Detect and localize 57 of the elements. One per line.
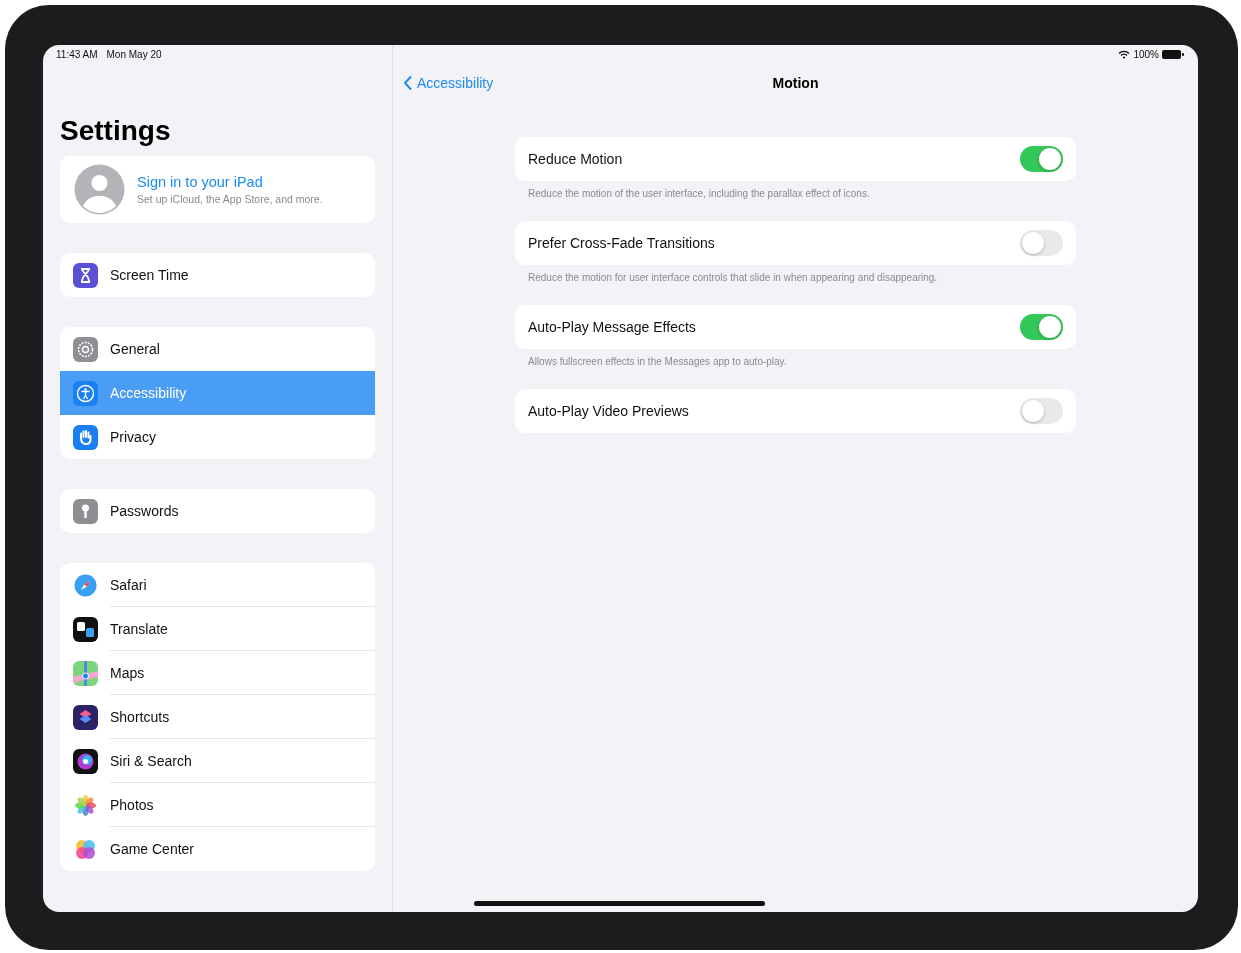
sidebar-title: Settings xyxy=(60,114,172,148)
sidebar-item-label: Photos xyxy=(110,783,375,827)
sidebar-item[interactable]: Screen Time xyxy=(60,253,375,297)
status-time: 11:43 AM xyxy=(56,49,98,62)
sidebar-item-label: Screen Time xyxy=(110,266,190,285)
profile-card[interactable]: Sign in to your iPad Set up iCloud, the App Store, and more. xyxy=(60,156,375,223)
setting-label: Prefer Cross-Fade Transitions xyxy=(528,235,715,251)
setting-label: Auto-Play Video Previews xyxy=(528,403,689,419)
flower-icon xyxy=(73,792,98,818)
setting-footer: Reduce the motion of the user interface, including the parallax effect of icons. xyxy=(528,188,870,199)
sidebar-item[interactable]: Privacy xyxy=(60,415,375,459)
sidebar-item[interactable]: Passwords xyxy=(60,489,375,533)
sign-in-title: Sign in to your iPad xyxy=(137,174,264,190)
setting-footer: Reduce the motion for user interface controls that slide in when appearing and disappearing. xyxy=(528,272,938,283)
sidebar-item-label: Safari xyxy=(110,563,375,607)
sidebar-item[interactable]: Shortcuts xyxy=(60,695,375,739)
sidebar-item[interactable]: Siri & Search xyxy=(60,739,375,783)
key-icon xyxy=(73,498,98,524)
sidebar-item-label: Accessibility xyxy=(110,384,188,403)
battery-icon xyxy=(1162,50,1184,59)
shortcuts-icon xyxy=(73,704,98,730)
gear-icon xyxy=(73,336,98,362)
wifi-icon xyxy=(1118,50,1131,59)
sidebar-item[interactable]: Photos xyxy=(60,783,375,827)
map-icon xyxy=(73,660,98,686)
sidebar-item[interactable]: Safari xyxy=(60,563,375,607)
sidebar-item[interactable]: General xyxy=(60,327,375,371)
chevron-left-icon xyxy=(403,75,413,91)
sidebar-item[interactable]: Translate xyxy=(60,607,375,651)
setting-label: Reduce Motion xyxy=(528,151,623,167)
sidebar-item-label: Passwords xyxy=(110,502,180,521)
setting-footer: Allows fullscreen effects in the Messages app to auto-play. xyxy=(528,356,787,367)
siri-icon xyxy=(73,748,98,774)
translate-icon xyxy=(73,616,98,642)
sidebar-item-label: Siri & Search xyxy=(110,739,375,783)
accessibility-icon xyxy=(73,380,98,406)
toggle-switch[interactable] xyxy=(1020,146,1063,172)
sidebar-item-label: Translate xyxy=(110,607,375,651)
compass-icon xyxy=(73,572,98,598)
status-date: Mon May 20 xyxy=(106,49,162,62)
sidebar-item-label: Maps xyxy=(110,651,375,695)
sign-in-subtitle: Set up iCloud, the App Store, and more. xyxy=(137,193,323,205)
sidebar-item[interactable]: Maps xyxy=(60,651,375,695)
sidebar-item-label: Game Center xyxy=(110,840,196,859)
hourglass-icon xyxy=(73,262,98,288)
sidebar-item-label: Shortcuts xyxy=(110,695,375,739)
toggle-switch[interactable] xyxy=(1020,398,1063,424)
toggle-switch[interactable] xyxy=(1020,314,1063,340)
battery-percent: 100% xyxy=(1133,49,1159,60)
sidebar-item-label: Privacy xyxy=(110,428,157,447)
hand-icon xyxy=(73,424,98,450)
avatar-icon xyxy=(74,164,125,215)
toggle-switch[interactable] xyxy=(1020,230,1063,256)
page-title: Motion xyxy=(772,75,819,91)
sidebar-item[interactable]: Game Center xyxy=(60,827,375,871)
sidebar-item-label: General xyxy=(110,340,161,359)
setting-label: Auto-Play Message Effects xyxy=(528,319,696,335)
